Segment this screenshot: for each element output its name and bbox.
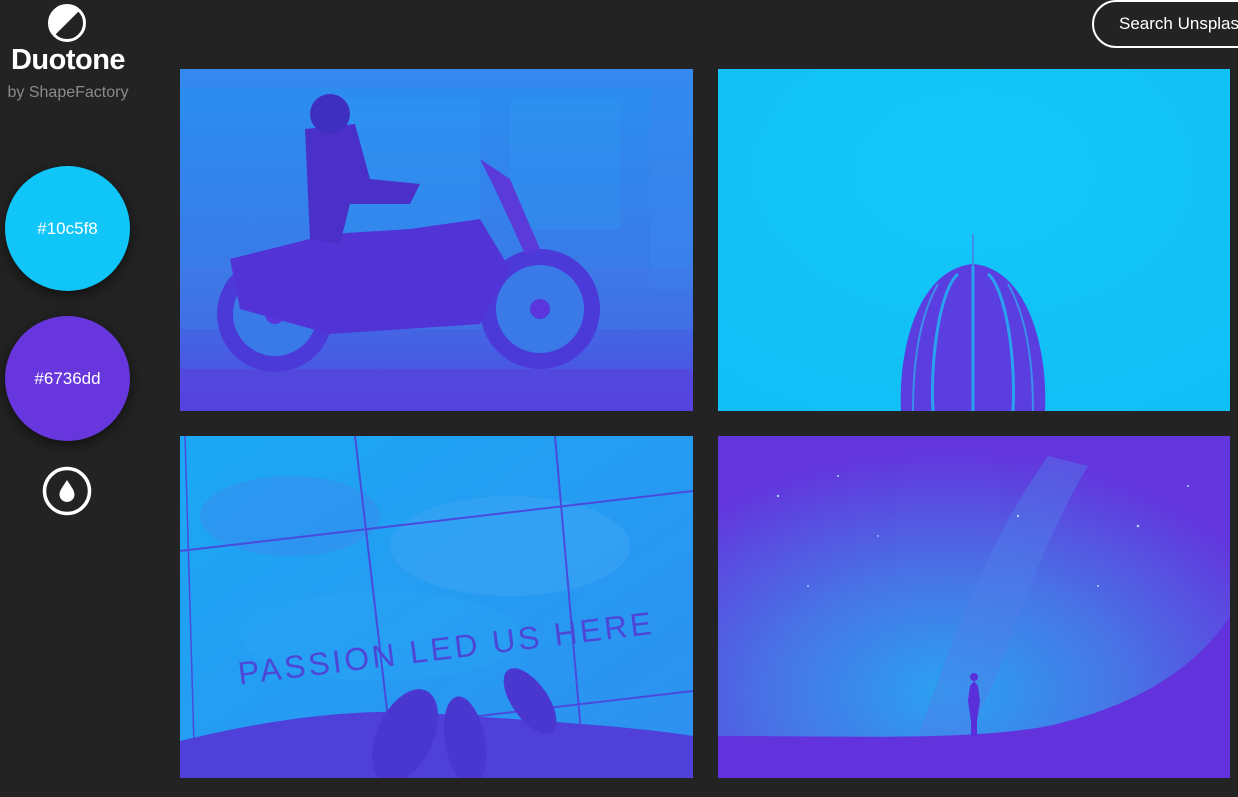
- app-byline: by ShapeFactory: [7, 84, 129, 101]
- motorcycle-image: [180, 69, 693, 411]
- photo-passion-sidewalk[interactable]: PASSION LED US HERE sidewalk-passion: [180, 436, 693, 778]
- duotone-app: Duotone by ShapeFactory #10c5f8 #6736dd …: [0, 0, 1238, 797]
- photo-cactus[interactable]: cactus: [718, 69, 1230, 411]
- search-unsplash-button[interactable]: Search Unsplash: [1092, 0, 1238, 48]
- water-drop-icon[interactable]: [42, 466, 92, 516]
- milky-way-image: [718, 436, 1230, 778]
- sidebar: Duotone by ShapeFactory #10c5f8 #6736dd: [0, 0, 136, 797]
- photo-motorcycle[interactable]: motorcycle-rider: [180, 69, 693, 411]
- shadow-color-label: #6736dd: [34, 368, 101, 388]
- photo-milky-way[interactable]: milky-way-silhouette: [718, 436, 1230, 778]
- cactus-image: [718, 69, 1230, 411]
- highlight-color-label: #10c5f8: [37, 218, 98, 238]
- highlight-color-swatch[interactable]: #10c5f8: [5, 166, 130, 291]
- sidewalk-image: PASSION LED US HERE: [180, 436, 693, 778]
- search-clip: Search Unsplash: [0, 0, 1238, 60]
- shadow-color-swatch[interactable]: #6736dd: [5, 316, 130, 441]
